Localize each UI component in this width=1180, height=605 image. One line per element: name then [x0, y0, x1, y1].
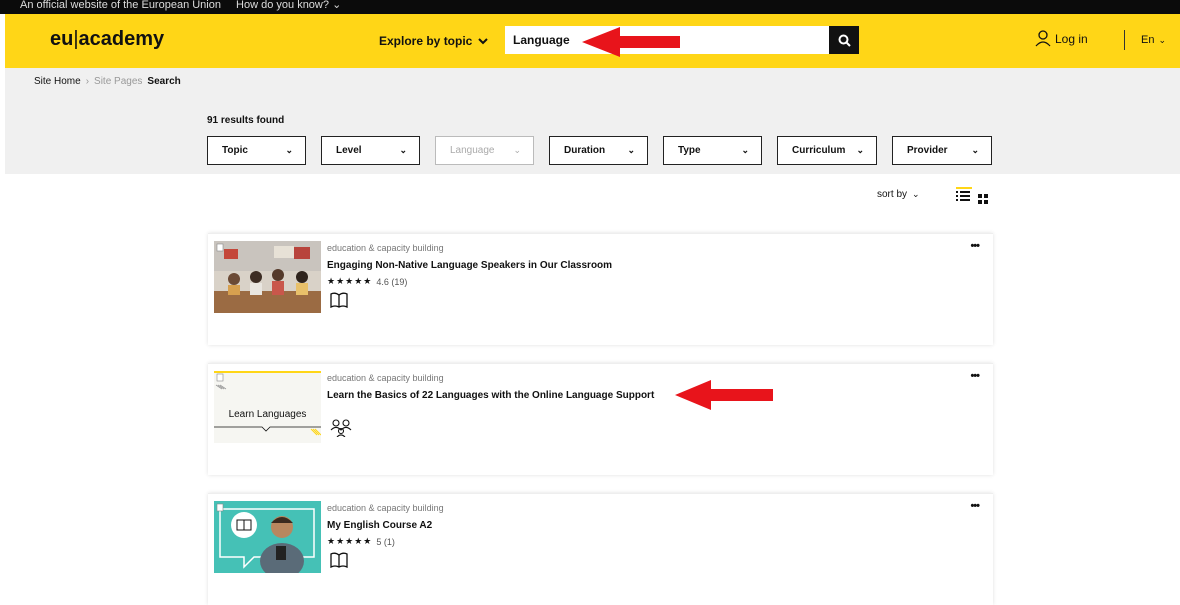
search-filter-band: Site Home › Site Pages Search 91 results…	[5, 68, 1180, 174]
filter-language: Language ⌄	[435, 136, 534, 165]
chevron-down-icon: ⌄	[399, 145, 407, 155]
breadcrumb-home[interactable]: Site Home	[34, 76, 81, 87]
course-category: education & capacity building	[327, 243, 444, 253]
sort-by-dropdown[interactable]: sort by ⌄	[877, 189, 920, 200]
filter-label: Duration	[564, 145, 606, 156]
filter-topic[interactable]: Topic ⌄	[207, 136, 306, 165]
filter-label: Provider	[907, 145, 948, 156]
star-rating-icon: ★★★★★	[327, 276, 373, 286]
book-icon	[330, 552, 348, 573]
chevron-down-icon: ⌄	[513, 145, 521, 155]
course-rating: ★★★★★ 5 (1)	[327, 536, 395, 547]
breadcrumb: Site Home › Site Pages Search	[34, 76, 181, 87]
breadcrumb-current: Search	[147, 76, 181, 87]
chevron-down-icon: ⌄	[741, 145, 749, 155]
header-divider	[1124, 30, 1125, 50]
more-options-button[interactable]: •••	[970, 370, 980, 382]
thumbnail-caption: Learn Languages	[228, 409, 307, 420]
people-icon	[330, 419, 352, 442]
filter-duration[interactable]: Duration ⌄	[549, 136, 648, 165]
explore-by-topic-menu[interactable]: Explore by topic	[379, 34, 489, 48]
course-title[interactable]: Engaging Non-Native Language Speakers in…	[327, 260, 612, 271]
course-rating: ★★★★★ 4.6 (19)	[327, 276, 407, 287]
more-options-button[interactable]: •••	[970, 240, 980, 252]
chevron-down-icon: ⌄	[1158, 34, 1167, 45]
user-icon	[1035, 30, 1051, 47]
logo-academy: academy	[78, 28, 165, 50]
course-thumbnail-learn-languages: Learn Languages	[214, 371, 321, 443]
grid-view-toggle[interactable]	[978, 192, 989, 210]
course-thumbnail-english-course	[214, 501, 321, 573]
filter-label: Language	[450, 145, 495, 156]
chevron-down-icon: ⌄	[627, 145, 635, 155]
breadcrumb-site-pages[interactable]: Site Pages	[94, 76, 142, 87]
rating-value: 5 (1)	[376, 536, 395, 547]
language-code: En	[1141, 34, 1155, 46]
course-title[interactable]: Learn the Basics of 22 Languages with th…	[327, 390, 654, 401]
how-do-you-know-link[interactable]: How do you know?	[236, 0, 329, 11]
search-button[interactable]	[829, 26, 859, 54]
star-rating-icon: ★★★★★	[327, 536, 373, 546]
chevron-down-icon: ⌄	[912, 189, 920, 199]
more-options-button[interactable]: •••	[970, 500, 980, 512]
rating-value: 4.6 (19)	[376, 276, 408, 287]
chevron-down-icon	[478, 37, 489, 44]
course-category: education & capacity building	[327, 373, 444, 383]
chevron-down-icon: ⌄	[285, 145, 293, 155]
eu-official-text: An official website of the European Unio…	[20, 0, 221, 11]
login-link[interactable]: Log in	[1035, 30, 1088, 47]
chevron-down-icon: ⌄	[856, 145, 864, 155]
explore-label: Explore by topic	[379, 34, 473, 48]
list-view-toggle[interactable]	[956, 187, 972, 203]
filter-provider[interactable]: Provider ⌄	[892, 136, 992, 165]
course-card[interactable]: Learn Languages education & capacity bui…	[208, 363, 993, 475]
logo-eu: eu	[50, 28, 74, 50]
filter-curriculum[interactable]: Curriculum ⌄	[777, 136, 877, 165]
chevron-down-icon: ⌄	[971, 145, 979, 155]
grid-view-icon	[978, 194, 988, 204]
course-thumbnail-classroom	[214, 241, 321, 313]
red-arrow-annotation	[675, 380, 773, 410]
sort-label: sort by	[877, 189, 908, 200]
filter-label: Curriculum	[792, 145, 846, 156]
filter-label: Type	[678, 145, 701, 156]
course-card[interactable]: education & capacity building Engaging N…	[208, 233, 993, 345]
filter-level[interactable]: Level ⌄	[321, 136, 420, 165]
search-icon	[838, 34, 851, 47]
eu-academy-logo[interactable]: eu|academy	[50, 28, 164, 51]
results-count: 91 results found	[207, 115, 285, 126]
book-icon	[330, 292, 348, 313]
list-view-icon	[956, 191, 970, 201]
chevron-right-icon: ›	[85, 76, 90, 87]
course-category: education & capacity building	[327, 503, 444, 513]
filter-bar: Topic ⌄ Level ⌄ Language ⌄ Duration ⌄ Type ⌄ …	[207, 136, 992, 165]
chevron-down-icon: ⌄	[332, 0, 342, 11]
login-label: Log in	[1055, 31, 1088, 46]
language-selector[interactable]: En ⌄	[1141, 34, 1166, 46]
red-arrow-annotation	[582, 27, 680, 57]
course-title[interactable]: My English Course A2	[327, 520, 432, 531]
course-card[interactable]: education & capacity building My English…	[208, 493, 993, 605]
filter-label: Topic	[222, 145, 248, 156]
eu-official-bar: An official website of the European Unio…	[0, 0, 1180, 14]
filter-type[interactable]: Type ⌄	[663, 136, 762, 165]
filter-label: Level	[336, 145, 362, 156]
